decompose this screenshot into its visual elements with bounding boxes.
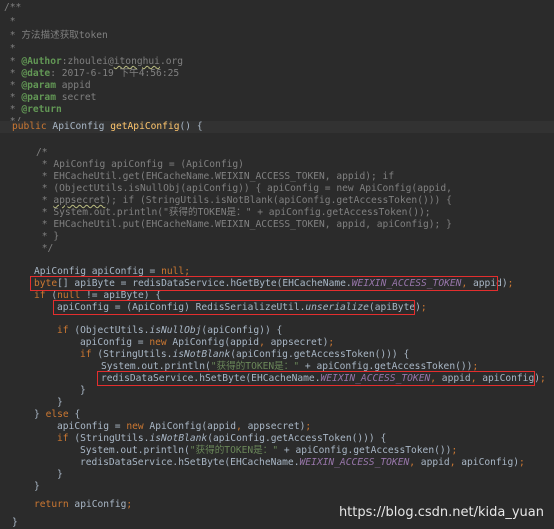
javadoc-date-line: * @date: 2017-6-19 下午4:56:25 [4, 68, 180, 79]
code-line: if (null != apiByte) { [34, 290, 162, 301]
code-line: ApiConfig apiConfig = null; [34, 266, 190, 277]
code-line: System.out.println("获得的TOKEN是：" + apiCon… [80, 445, 458, 456]
code-line: if (StringUtils.isNotBlank(apiConfig.get… [57, 433, 387, 444]
comment-line: * (ObjectUtils.isNullObj(apiConfig)) { a… [36, 183, 452, 194]
comment-line: * System.out.println("获得的TOKEN是：" + apiC… [36, 207, 431, 218]
code-line: if (ObjectUtils.isNullObj(apiConfig)) { [57, 325, 283, 336]
comment-line: * appsecret); if (StringUtils.isNotBlank… [36, 195, 452, 206]
comment-line: */ [36, 243, 54, 254]
watermark-text: https://blog.csdn.net/kida_yuan [338, 505, 544, 520]
javadoc-line: * 方法描述获取token [4, 30, 108, 41]
code-line: } [34, 481, 40, 492]
code-line: System.out.println("获得的TOKEN是：" + apiCon… [101, 361, 479, 372]
code-line: apiConfig = new ApiConfig(appid, appsecr… [80, 337, 335, 348]
code-line: apiConfig = new ApiConfig(appid, appsecr… [57, 421, 312, 432]
javadoc-author-line: * @Author:zhoulei@itonghui.org [4, 56, 184, 67]
code-line: } else { [34, 409, 81, 420]
comment-line: * EHCacheUtil.get(EHCacheName.WEIXIN_ACC… [36, 171, 395, 182]
comment-line: * } [36, 231, 60, 242]
code-line-unserialize: apiConfig = (ApiConfig) RedisSerializeUt… [57, 302, 427, 313]
comment-line: /* [36, 147, 48, 158]
code-line: } [57, 397, 63, 408]
javadoc-line: * [4, 43, 16, 54]
method-signature: public ApiConfig getApiConfig() { [12, 121, 203, 132]
code-line-hgetbyte: byte[] apiByte = redisDataService.hGetBy… [34, 278, 514, 289]
javadoc-param-line: * @param secret [4, 92, 97, 103]
javadoc-line: /** [4, 2, 22, 13]
code-editor[interactable]: /** * * 方法描述获取token * * @Author:zhoulei@… [0, 0, 554, 529]
code-line: redisDataService.hSetByte(EHCacheName.WE… [80, 457, 525, 468]
comment-line: * ApiConfig apiConfig = (ApiConfig) [36, 159, 244, 170]
code-line: } [80, 385, 86, 396]
code-line: } [57, 469, 63, 480]
code-line-hsetbyte: redisDataService.hSetByte(EHCacheName.WE… [101, 373, 546, 384]
javadoc-line: * [4, 16, 16, 27]
code-line: if (StringUtils.isNotBlank(apiConfig.get… [80, 349, 410, 360]
comment-line: * EHCacheUtil.put(EHCacheName.WEIXIN_ACC… [36, 219, 452, 230]
javadoc-param-line: * @param appid [4, 80, 91, 91]
javadoc-return-line: * @return [4, 104, 62, 115]
